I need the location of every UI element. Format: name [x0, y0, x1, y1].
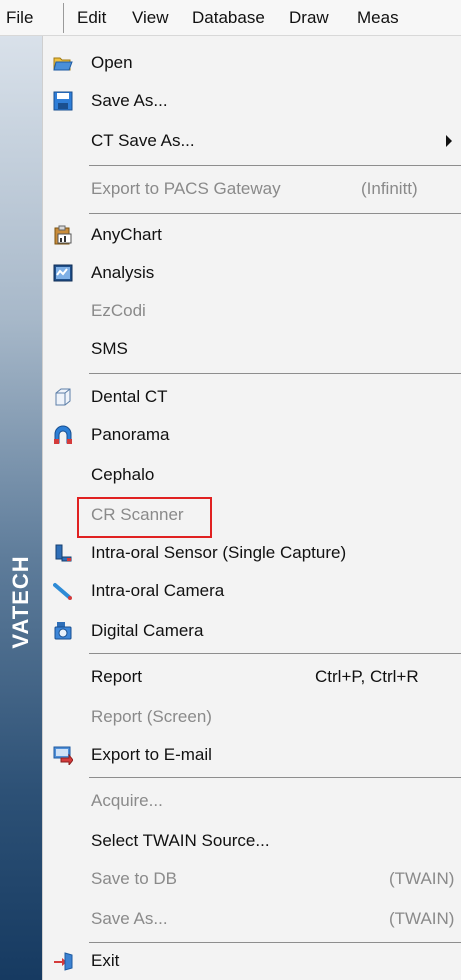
- menu-view[interactable]: View: [132, 8, 169, 28]
- email-export-icon: [53, 745, 74, 767]
- brand-label: VATECH: [8, 555, 33, 649]
- save-to-db-hint: (TWAIN): [389, 869, 455, 888]
- menu-draw[interactable]: Draw: [289, 8, 329, 28]
- submenu-arrow-icon: [446, 135, 452, 147]
- sensor-icon: [53, 543, 73, 563]
- menu-item-save-as[interactable]: Save As...: [43, 82, 461, 120]
- floppy-disk-icon: [53, 91, 73, 111]
- exit-door-icon: [53, 951, 73, 971]
- cr-scanner-highlight-box: [77, 497, 212, 538]
- menu-item-ct-save-as[interactable]: CT Save As...: [43, 122, 461, 160]
- menu-divider: [89, 373, 461, 374]
- export-pacs-hint: (Infinitt): [361, 179, 418, 198]
- brand-sidebar: VATECH: [0, 36, 42, 980]
- menu-divider: [89, 213, 461, 214]
- menu-item-analysis[interactable]: Analysis: [43, 254, 461, 292]
- save-as-twain-hint: (TWAIN): [389, 909, 455, 928]
- analysis-icon: [53, 263, 73, 283]
- menu-divider: [89, 653, 461, 654]
- panorama-device-icon: [53, 425, 73, 445]
- menu-item-cephalo[interactable]: Cephalo: [43, 456, 461, 494]
- menu-bar-separator: [63, 3, 64, 33]
- menu-item-anychart[interactable]: AnyChart: [43, 216, 461, 254]
- menu-edit[interactable]: Edit: [77, 8, 106, 28]
- menu-item-acquire[interactable]: Acquire...: [43, 782, 461, 820]
- menu-bar: File Edit View Database Draw Meas: [0, 0, 461, 36]
- menu-item-open[interactable]: Open: [43, 44, 461, 82]
- menu-item-report[interactable]: Report Ctrl+P, Ctrl+R: [43, 658, 461, 696]
- menu-item-export-email[interactable]: Export to E-mail: [43, 736, 461, 774]
- menu-item-digital-camera[interactable]: Digital Camera: [43, 612, 461, 650]
- menu-item-dental-ct[interactable]: Dental CT: [43, 378, 461, 416]
- digital-camera-icon: [53, 621, 73, 641]
- menu-file[interactable]: File: [6, 8, 33, 28]
- menu-item-export-pacs[interactable]: Export to PACS Gateway (Infinitt): [43, 170, 461, 208]
- menu-divider: [89, 777, 461, 778]
- menu-item-save-to-db[interactable]: Save to DB (TWAIN): [43, 860, 461, 898]
- cube-icon: [53, 387, 73, 407]
- report-shortcut: Ctrl+P, Ctrl+R: [315, 667, 419, 686]
- menu-item-exit[interactable]: Exit: [43, 942, 461, 980]
- menu-item-report-screen[interactable]: Report (Screen): [43, 698, 461, 736]
- menu-item-intraoral-sensor[interactable]: Intra-oral Sensor (Single Capture): [43, 534, 461, 572]
- menu-item-save-as-twain[interactable]: Save As... (TWAIN): [43, 900, 461, 938]
- menu-meas[interactable]: Meas: [357, 8, 399, 28]
- menu-item-sms[interactable]: SMS: [43, 330, 461, 368]
- menu-item-intraoral-camera[interactable]: Intra-oral Camera: [43, 572, 461, 610]
- menu-item-select-twain[interactable]: Select TWAIN Source...: [43, 822, 461, 860]
- camera-wand-icon: [53, 581, 73, 601]
- menu-divider: [89, 165, 461, 166]
- open-folder-icon: [53, 53, 73, 73]
- menu-item-panorama[interactable]: Panorama: [43, 416, 461, 454]
- menu-item-ezcodi[interactable]: EzCodi: [43, 292, 461, 330]
- clipboard-chart-icon: [53, 225, 73, 245]
- menu-database[interactable]: Database: [192, 8, 265, 28]
